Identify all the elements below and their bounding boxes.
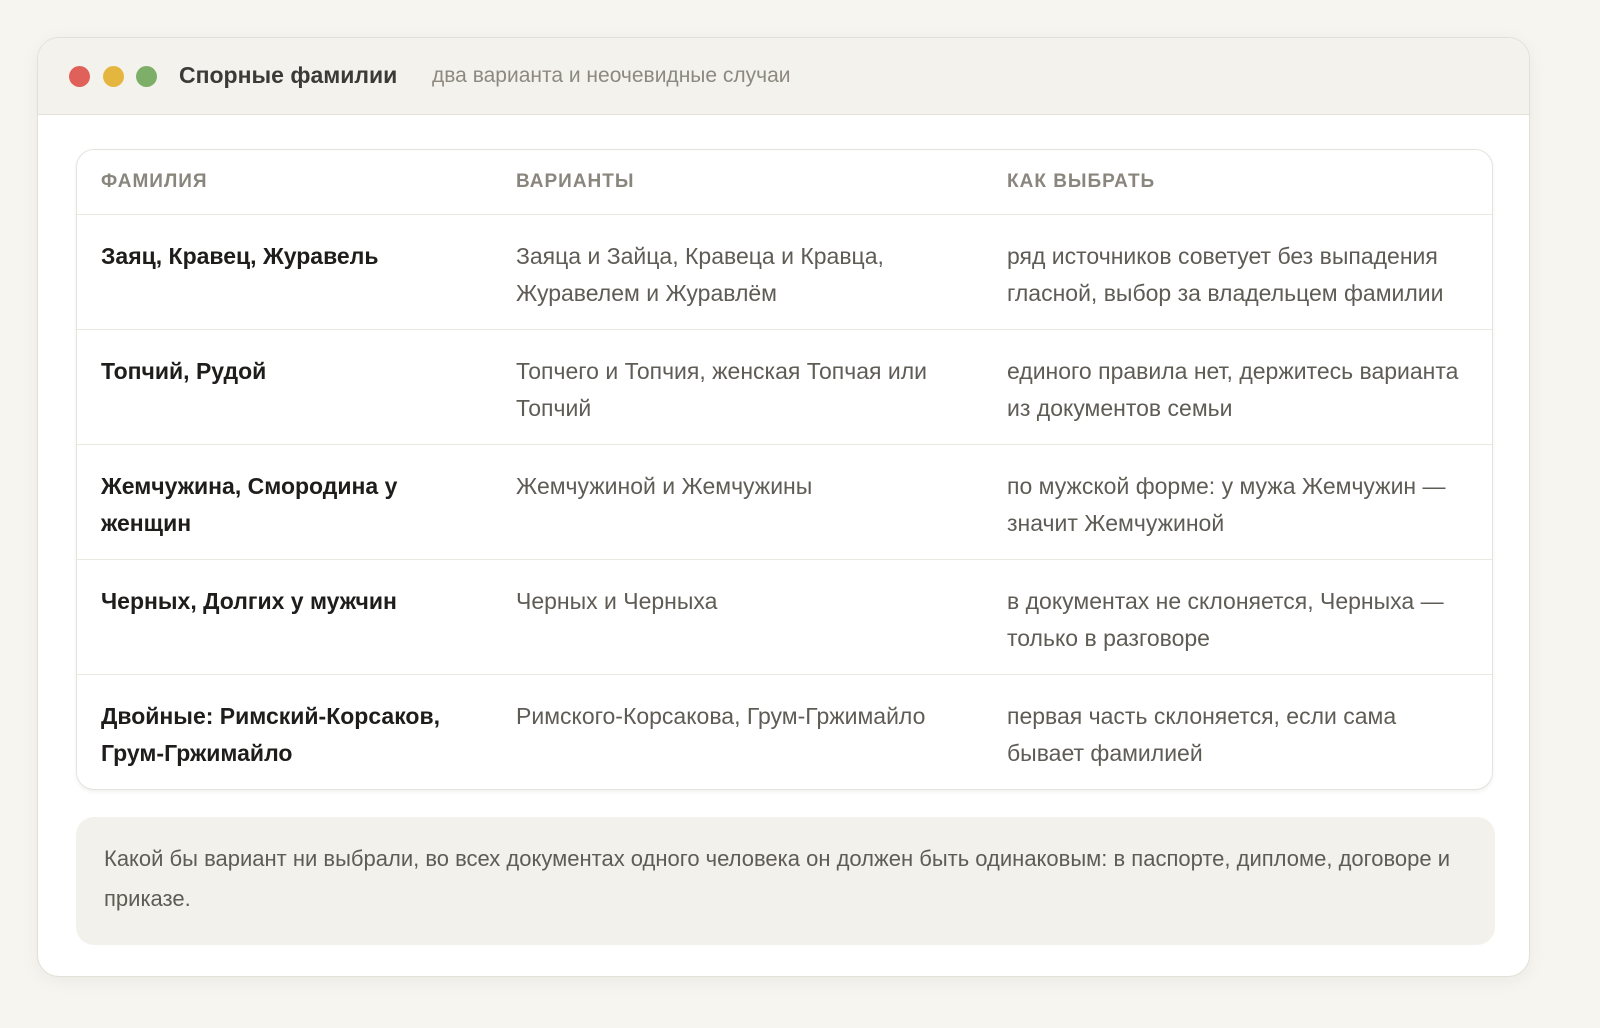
window-title: Спорные фамилии (179, 62, 398, 88)
surname-cell: Топчий, Рудой (101, 358, 267, 384)
title-bar: Спорные фамилии два варианта и неочевидн… (38, 38, 1529, 115)
table-header: ФАМИЛИЯ ВАРИАНТЫ КАК ВЫБРАТЬ (77, 150, 1492, 215)
surname-cell: Черных, Долгих у мужчин (101, 588, 397, 614)
how-to-choose-cell: по мужской форме: у мужа Жемчужин — знач… (1007, 473, 1446, 536)
table-row: Жемчужина, Смородина у женщин Жемчужиной… (77, 445, 1492, 560)
table-row: Заяц, Кравец, Журавель Заяца и Зайца, Кр… (77, 215, 1492, 330)
close-window-button[interactable] (69, 66, 90, 87)
minimize-window-button[interactable] (103, 66, 124, 87)
column-header-surname: ФАМИЛИЯ (101, 171, 208, 192)
app-window: Спорные фамилии два варианта и неочевидн… (37, 37, 1530, 977)
how-to-choose-cell: в документах не склоняется, Черныха — то… (1007, 588, 1444, 651)
variants-cell: Заяца и Зайца, Кравеца и Кравца, Журавел… (516, 243, 884, 306)
variants-cell: Черных и Черныха (516, 588, 718, 614)
surname-cell: Жемчужина, Смородина у женщин (101, 473, 398, 536)
variants-cell: Жемчужиной и Жемчужины (516, 473, 813, 499)
variants-cell: Топчего и Топчия, женская Топчая или Топ… (516, 358, 927, 421)
table-row: Двойные: Римский‑Корсаков, Грум‑Гржимайл… (77, 675, 1492, 789)
column-header-variants: ВАРИАНТЫ (516, 171, 635, 192)
how-to-choose-cell: первая часть склоняется, если сама бывае… (1007, 703, 1397, 766)
surnames-table: ФАМИЛИЯ ВАРИАНТЫ КАК ВЫБРАТЬ Заяц, Краве… (76, 149, 1493, 790)
note-callout: Какой бы вариант ни выбрали, во всех док… (76, 817, 1495, 945)
surname-cell: Двойные: Римский‑Корсаков, Грум‑Гржимайл… (101, 703, 441, 766)
how-to-choose-cell: ряд источников советует без выпадения гл… (1007, 243, 1444, 306)
variants-cell: Римского‑Корсакова, Грум‑Гржимайло (516, 703, 926, 729)
surname-cell: Заяц, Кравец, Журавель (101, 243, 379, 269)
column-header-how-to-choose: КАК ВЫБРАТЬ (1007, 171, 1156, 192)
maximize-window-button[interactable] (136, 66, 157, 87)
window-subtitle: два варианта и неочевидные случаи (432, 64, 791, 87)
table-row: Топчий, Рудой Топчего и Топчия, женская … (77, 330, 1492, 445)
table-row: Черных, Долгих у мужчин Черных и Черныха… (77, 560, 1492, 675)
how-to-choose-cell: единого правила нет, держитесь варианта … (1007, 358, 1459, 421)
